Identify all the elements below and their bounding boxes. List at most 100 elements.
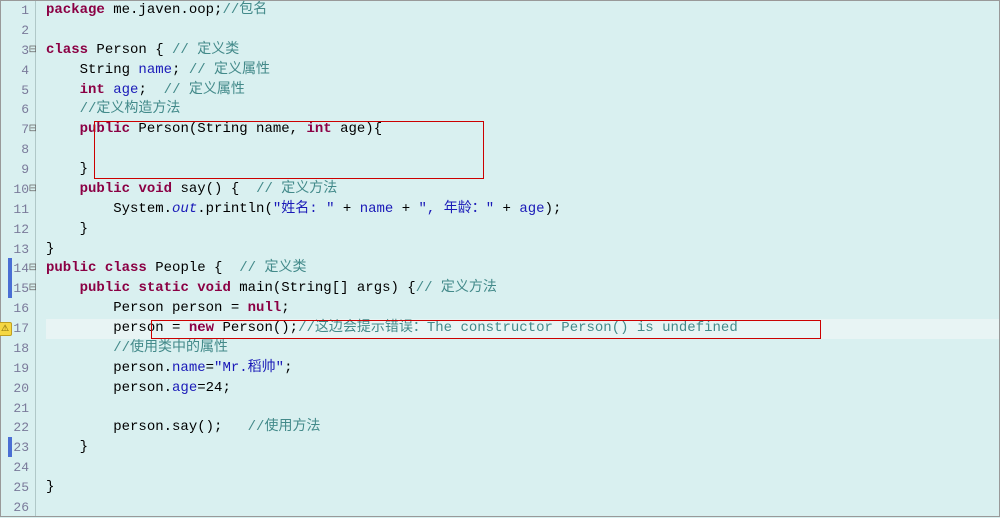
code-line[interactable]: class Person { // 定义类 (46, 41, 999, 61)
code-line[interactable]: Person person = null; (46, 299, 999, 319)
code-line[interactable]: System.out.println("姓名: " + name + ", 年龄… (46, 200, 999, 220)
code-line[interactable]: public class People { // 定义类 (46, 259, 999, 279)
code-token: void (197, 280, 231, 296)
line-number: 16 (1, 299, 29, 319)
code-line[interactable]: person = new Person();//这边会提示错误：The cons… (46, 319, 999, 339)
line-number: 20 (1, 379, 29, 399)
code-token: = (206, 360, 214, 376)
code-token: + (334, 201, 359, 217)
code-line[interactable]: person.age=24; (46, 379, 999, 399)
code-token: // 定义属性 (164, 82, 245, 98)
code-line[interactable]: public static void main(String[] args) {… (46, 279, 999, 299)
code-line[interactable]: person.say(); //使用方法 (46, 418, 999, 438)
code-line[interactable] (46, 498, 999, 518)
code-token: Person { (88, 42, 172, 58)
code-token: } (46, 241, 54, 257)
code-token: class (105, 260, 147, 276)
line-number: 23 (1, 438, 29, 458)
code-line[interactable]: } (46, 478, 999, 498)
code-line[interactable]: person.name="Mr.稻帅"; (46, 359, 999, 379)
code-token: // 定义类 (239, 260, 306, 276)
code-token (46, 340, 113, 356)
code-line[interactable]: int age; // 定义属性 (46, 81, 999, 101)
code-token: } (46, 161, 88, 177)
code-line[interactable]: } (46, 438, 999, 458)
code-line[interactable]: } (46, 240, 999, 260)
code-token: age (113, 82, 138, 98)
code-token: ", 年龄：" (419, 201, 495, 217)
code-token: ; (284, 360, 292, 376)
line-number: 17⚠ (1, 319, 29, 339)
code-line[interactable]: //定义构造方法 (46, 100, 999, 120)
code-line[interactable]: public Person(String name, int age){ (46, 120, 999, 140)
code-token: int (80, 82, 105, 98)
code-line[interactable] (46, 399, 999, 419)
line-number: 8 (1, 140, 29, 160)
code-line[interactable] (46, 21, 999, 41)
line-number: 15⊟ (1, 279, 29, 299)
code-token (96, 260, 104, 276)
code-token: //使用方法 (248, 419, 321, 435)
line-number: 21 (1, 399, 29, 419)
code-token: main(String[] args) { (231, 280, 416, 296)
code-token: ); (545, 201, 562, 217)
code-token: person. (46, 360, 172, 376)
line-number: 26 (1, 498, 29, 518)
line-number: 12 (1, 220, 29, 240)
code-line[interactable]: } (46, 220, 999, 240)
code-token: Person person = (46, 300, 248, 316)
code-token: } (46, 439, 88, 455)
code-token: person = (46, 320, 189, 336)
code-token: // 定义属性 (189, 62, 270, 78)
code-token (189, 280, 197, 296)
code-token: Person(); (214, 320, 298, 336)
code-line[interactable] (46, 140, 999, 160)
line-number: 10⊟ (1, 180, 29, 200)
line-number: 2 (1, 21, 29, 41)
line-number: 6 (1, 100, 29, 120)
code-token (46, 121, 80, 137)
line-number: 9 (1, 160, 29, 180)
code-token: // 定义方法 (416, 280, 497, 296)
code-token: name (138, 62, 172, 78)
code-token (46, 82, 80, 98)
code-token: public (80, 181, 130, 197)
code-token (46, 280, 80, 296)
code-token (46, 181, 80, 197)
code-token: "姓名: " (273, 201, 335, 217)
code-token: } (46, 221, 88, 237)
line-number: 11 (1, 200, 29, 220)
code-line[interactable] (46, 458, 999, 478)
code-token: // 定义方法 (256, 181, 337, 197)
code-line[interactable]: //使用类中的属性 (46, 339, 999, 359)
code-line[interactable]: package me.javen.oop;//包名 (46, 1, 999, 21)
line-number: 22 (1, 418, 29, 438)
line-number: 25 (1, 478, 29, 498)
code-token: ; (138, 82, 163, 98)
line-number-gutter: 123⊟4567⊟8910⊟11121314⊟15⊟1617⚠181920212… (1, 1, 36, 516)
line-number: 3⊟ (1, 41, 29, 61)
code-token: "Mr.稻帅" (214, 360, 284, 376)
code-token: say() { (172, 181, 256, 197)
warning-marker-icon[interactable]: ⚠ (0, 322, 12, 336)
code-line[interactable]: String name; // 定义属性 (46, 61, 999, 81)
code-editor: 123⊟4567⊟8910⊟11121314⊟15⊟1617⚠181920212… (0, 0, 1000, 517)
code-token: void (138, 181, 172, 197)
code-token: .println( (197, 201, 273, 217)
code-token: //包名 (222, 2, 267, 18)
code-token: new (189, 320, 214, 336)
code-line[interactable]: } (46, 160, 999, 180)
code-token: name (360, 201, 394, 217)
line-number: 14⊟ (1, 259, 29, 279)
code-token: out (172, 201, 197, 217)
line-number: 18 (1, 339, 29, 359)
code-line[interactable]: public void say() { // 定义方法 (46, 180, 999, 200)
code-token: Person(String name, (130, 121, 306, 137)
code-area[interactable]: package me.javen.oop;//包名 class Person { … (36, 1, 999, 516)
code-token: static (138, 280, 188, 296)
code-token: public (80, 280, 130, 296)
code-token: + (393, 201, 418, 217)
code-token: //这边会提示错误：The constructor Person() is un… (298, 320, 738, 336)
line-number: 24 (1, 458, 29, 478)
code-token: public (80, 121, 130, 137)
